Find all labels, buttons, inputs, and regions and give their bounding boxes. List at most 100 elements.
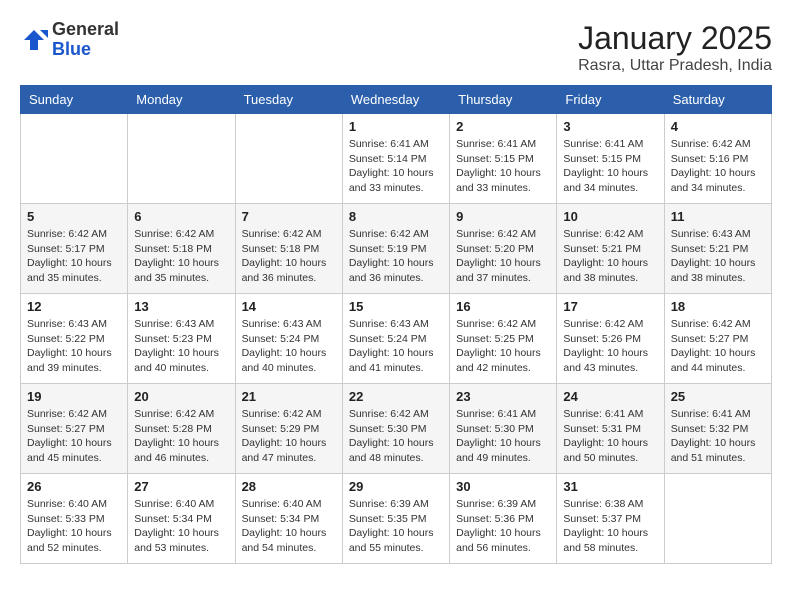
cell-content: Sunrise: 6:41 AM Sunset: 5:14 PM Dayligh… [349, 137, 443, 196]
calendar-cell: 13Sunrise: 6:43 AM Sunset: 5:23 PM Dayli… [128, 294, 235, 384]
calendar-cell: 3 Sunrise: 6:41 AM Sunset: 5:15 PM Daylig… [557, 114, 664, 204]
calendar-cell: 27 Sunrise: 6:40 AM Sunset: 5:34 PM Dayli… [128, 474, 235, 564]
calendar-cell: 10Sunrise: 6:42 AM Sunset: 5:21 PM Dayli… [557, 204, 664, 294]
calendar-cell: 5Sunrise: 6:42 AM Sunset: 5:17 PM Daylig… [21, 204, 128, 294]
logo: General Blue [20, 20, 119, 60]
cell-content: Sunrise: 6:43 AM Sunset: 5:24 PM Dayligh… [349, 317, 443, 376]
calendar-cell [235, 114, 342, 204]
cell-content: Sunrise: 6:40 AM Sunset: 5:34 PM Dayligh… [134, 497, 228, 556]
cell-content: Sunrise: 6:38 AM Sunset: 5:37 PM Dayligh… [563, 497, 657, 556]
day-number: 7 [242, 209, 336, 224]
title-block: January 2025 Rasra, Uttar Pradesh, India [578, 20, 772, 75]
calendar-cell [664, 474, 771, 564]
calendar-week-row: 1 Sunrise: 6:41 AM Sunset: 5:14 PM Daylig… [21, 114, 772, 204]
day-number: 23 [456, 389, 550, 404]
calendar-week-row: 12 Sunrise: 6:43 AM Sunset: 5:22 PM Dayli… [21, 294, 772, 384]
cell-content: Sunrise: 6:42 AM Sunset: 5:20 PM Dayligh… [456, 227, 550, 286]
day-number: 12 [27, 299, 121, 314]
day-number: 6 [134, 209, 228, 224]
day-number: 16 [456, 299, 550, 314]
cell-content: Sunrise: 6:42 AM Sunset: 5:16 PM Dayligh… [671, 137, 765, 196]
cell-content: Sunrise: 6:41 AM Sunset: 5:30 PM Dayligh… [456, 407, 550, 466]
cell-content: Sunrise: 6:42 AM Sunset: 5:19 PM Dayligh… [349, 227, 443, 286]
cell-content: Sunrise: 6:40 AM Sunset: 5:34 PM Dayligh… [242, 497, 336, 556]
calendar-week-row: 26 Sunrise: 6:40 AM Sunset: 5:33 PM Dayli… [21, 474, 772, 564]
weekday-header-tuesday: Tuesday [235, 86, 342, 114]
calendar-cell: 9 Sunrise: 6:42 AM Sunset: 5:20 PM Daylig… [450, 204, 557, 294]
day-number: 17 [563, 299, 657, 314]
day-number: 24 [563, 389, 657, 404]
day-number: 26 [27, 479, 121, 494]
day-number: 3 [563, 119, 657, 134]
cell-content: Sunrise: 6:42 AM Sunset: 5:27 PM Dayligh… [27, 407, 121, 466]
logo-blue: Blue [52, 39, 91, 59]
cell-content: Sunrise: 6:41 AM Sunset: 5:32 PM Dayligh… [671, 407, 765, 466]
calendar-cell: 29 Sunrise: 6:39 AM Sunset: 5:35 PM Dayli… [342, 474, 449, 564]
weekday-header-row: SundayMondayTuesdayWednesdayThursdayFrid… [21, 86, 772, 114]
day-number: 5 [27, 209, 121, 224]
day-number: 21 [242, 389, 336, 404]
location-title: Rasra, Uttar Pradesh, India [578, 57, 772, 75]
cell-content: Sunrise: 6:41 AM Sunset: 5:15 PM Dayligh… [456, 137, 550, 196]
day-number: 20 [134, 389, 228, 404]
day-number: 15 [349, 299, 443, 314]
day-number: 25 [671, 389, 765, 404]
calendar-cell: 8 Sunrise: 6:42 AM Sunset: 5:19 PM Daylig… [342, 204, 449, 294]
day-number: 13 [134, 299, 228, 314]
calendar-week-row: 5Sunrise: 6:42 AM Sunset: 5:17 PM Daylig… [21, 204, 772, 294]
calendar-cell: 1 Sunrise: 6:41 AM Sunset: 5:14 PM Daylig… [342, 114, 449, 204]
month-title: January 2025 [578, 20, 772, 57]
calendar-cell [128, 114, 235, 204]
calendar-cell: 20 Sunrise: 6:42 AM Sunset: 5:28 PM Dayli… [128, 384, 235, 474]
calendar-cell: 12 Sunrise: 6:43 AM Sunset: 5:22 PM Dayli… [21, 294, 128, 384]
calendar-cell: 7 Sunrise: 6:42 AM Sunset: 5:18 PM Daylig… [235, 204, 342, 294]
cell-content: Sunrise: 6:42 AM Sunset: 5:28 PM Dayligh… [134, 407, 228, 466]
logo-icon [20, 26, 48, 54]
calendar-cell: 31 Sunrise: 6:38 AM Sunset: 5:37 PM Dayli… [557, 474, 664, 564]
calendar-cell: 14Sunrise: 6:43 AM Sunset: 5:24 PM Dayli… [235, 294, 342, 384]
day-number: 4 [671, 119, 765, 134]
calendar-cell: 30Sunrise: 6:39 AM Sunset: 5:36 PM Dayli… [450, 474, 557, 564]
day-number: 10 [563, 209, 657, 224]
weekday-header-friday: Friday [557, 86, 664, 114]
calendar-cell: 18Sunrise: 6:42 AM Sunset: 5:27 PM Dayli… [664, 294, 771, 384]
day-number: 11 [671, 209, 765, 224]
cell-content: Sunrise: 6:42 AM Sunset: 5:26 PM Dayligh… [563, 317, 657, 376]
cell-content: Sunrise: 6:43 AM Sunset: 5:21 PM Dayligh… [671, 227, 765, 286]
calendar-cell: 28 Sunrise: 6:40 AM Sunset: 5:34 PM Dayli… [235, 474, 342, 564]
cell-content: Sunrise: 6:42 AM Sunset: 5:18 PM Dayligh… [242, 227, 336, 286]
weekday-header-thursday: Thursday [450, 86, 557, 114]
cell-content: Sunrise: 6:41 AM Sunset: 5:15 PM Dayligh… [563, 137, 657, 196]
cell-content: Sunrise: 6:43 AM Sunset: 5:22 PM Dayligh… [27, 317, 121, 376]
calendar-cell: 19 Sunrise: 6:42 AM Sunset: 5:27 PM Dayli… [21, 384, 128, 474]
day-number: 28 [242, 479, 336, 494]
calendar-cell: 17 Sunrise: 6:42 AM Sunset: 5:26 PM Dayli… [557, 294, 664, 384]
calendar-cell [21, 114, 128, 204]
day-number: 8 [349, 209, 443, 224]
day-number: 1 [349, 119, 443, 134]
cell-content: Sunrise: 6:42 AM Sunset: 5:27 PM Dayligh… [671, 317, 765, 376]
page-header: General Blue January 2025 Rasra, Uttar P… [20, 20, 772, 75]
day-number: 19 [27, 389, 121, 404]
logo-text: General Blue [52, 20, 119, 60]
calendar-cell: 21 Sunrise: 6:42 AM Sunset: 5:29 PM Dayli… [235, 384, 342, 474]
day-number: 9 [456, 209, 550, 224]
calendar-cell: 16 Sunrise: 6:42 AM Sunset: 5:25 PM Dayli… [450, 294, 557, 384]
calendar-cell: 24 Sunrise: 6:41 AM Sunset: 5:31 PM Dayli… [557, 384, 664, 474]
cell-content: Sunrise: 6:41 AM Sunset: 5:31 PM Dayligh… [563, 407, 657, 466]
day-number: 31 [563, 479, 657, 494]
day-number: 22 [349, 389, 443, 404]
cell-content: Sunrise: 6:42 AM Sunset: 5:25 PM Dayligh… [456, 317, 550, 376]
cell-content: Sunrise: 6:42 AM Sunset: 5:29 PM Dayligh… [242, 407, 336, 466]
cell-content: Sunrise: 6:43 AM Sunset: 5:24 PM Dayligh… [242, 317, 336, 376]
calendar-cell: 2Sunrise: 6:41 AM Sunset: 5:15 PM Daylig… [450, 114, 557, 204]
calendar-cell: 11 Sunrise: 6:43 AM Sunset: 5:21 PM Dayli… [664, 204, 771, 294]
calendar-week-row: 19 Sunrise: 6:42 AM Sunset: 5:27 PM Dayli… [21, 384, 772, 474]
day-number: 27 [134, 479, 228, 494]
day-number: 29 [349, 479, 443, 494]
cell-content: Sunrise: 6:39 AM Sunset: 5:35 PM Dayligh… [349, 497, 443, 556]
calendar-cell: 26 Sunrise: 6:40 AM Sunset: 5:33 PM Dayli… [21, 474, 128, 564]
calendar-table: SundayMondayTuesdayWednesdayThursdayFrid… [20, 85, 772, 564]
calendar-cell: 15 Sunrise: 6:43 AM Sunset: 5:24 PM Dayli… [342, 294, 449, 384]
cell-content: Sunrise: 6:40 AM Sunset: 5:33 PM Dayligh… [27, 497, 121, 556]
